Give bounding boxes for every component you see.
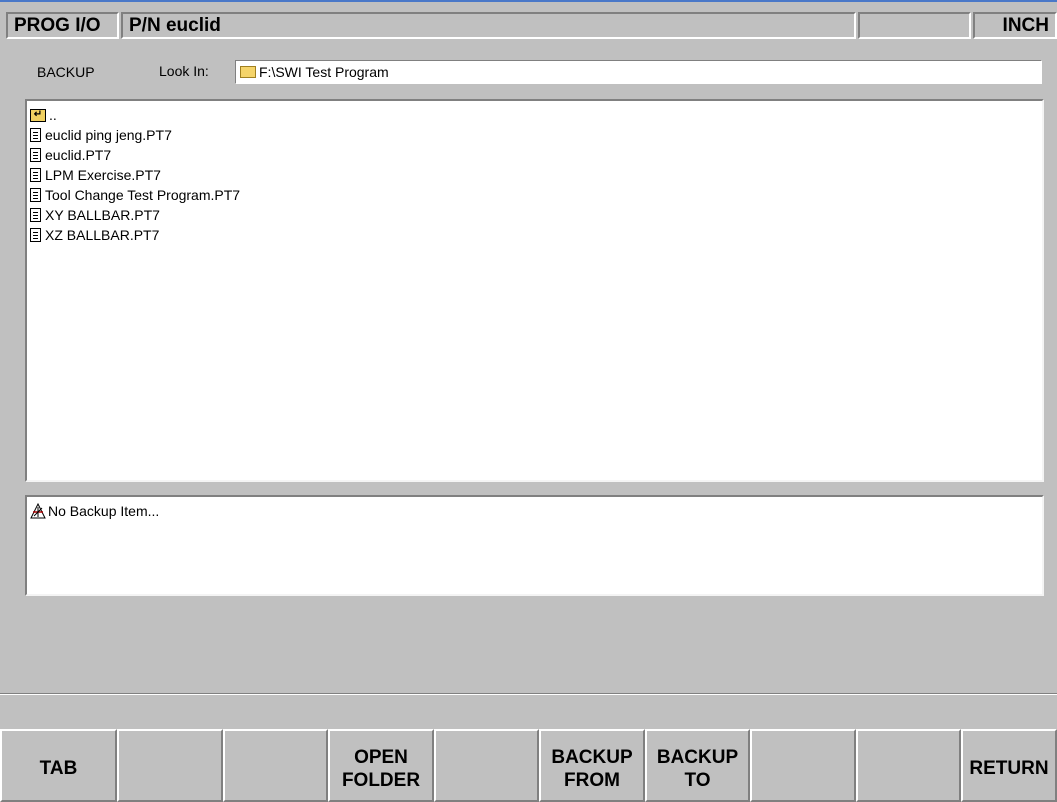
file-name: LPM Exercise.PT7 bbox=[45, 167, 161, 183]
look-in-field[interactable]: F:\SWI Test Program bbox=[235, 60, 1042, 84]
backup-list[interactable]: No Backup Item... bbox=[25, 495, 1044, 596]
softkey-bar: TAB OPEN FOLDER BACKUP FROM BACKUP TO RE… bbox=[0, 729, 1057, 802]
file-name: XZ BALLBAR.PT7 bbox=[45, 227, 160, 243]
document-icon bbox=[30, 228, 41, 242]
backup-message-row: No Backup Item... bbox=[30, 501, 1042, 521]
file-name: Tool Change Test Program.PT7 bbox=[45, 187, 241, 203]
program-name: P/N euclid bbox=[121, 12, 856, 39]
document-icon bbox=[30, 188, 41, 202]
document-icon bbox=[30, 148, 41, 162]
softkey-return[interactable]: RETURN bbox=[961, 729, 1057, 802]
file-name: euclid.PT7 bbox=[45, 147, 112, 163]
mode-indicator: PROG I/O bbox=[6, 12, 119, 39]
document-icon bbox=[30, 128, 41, 142]
softkey-3[interactable] bbox=[223, 729, 328, 802]
parent-folder-item[interactable]: ↵.. bbox=[30, 105, 1042, 125]
file-item[interactable]: LPM Exercise.PT7 bbox=[30, 165, 1042, 185]
softkey-open-folder[interactable]: OPEN FOLDER bbox=[328, 729, 434, 802]
softkey-9[interactable] bbox=[856, 729, 961, 802]
document-icon bbox=[30, 168, 41, 182]
file-item[interactable]: XZ BALLBAR.PT7 bbox=[30, 225, 1042, 245]
softkey-backup-from[interactable]: BACKUP FROM bbox=[539, 729, 645, 802]
status-cell bbox=[858, 12, 971, 39]
softkey-2[interactable] bbox=[117, 729, 223, 802]
warning-icon bbox=[30, 503, 46, 519]
softkey-8[interactable] bbox=[750, 729, 856, 802]
look-in-label: Look In: bbox=[159, 63, 209, 79]
status-bar-divider bbox=[0, 693, 1057, 695]
file-item[interactable]: Tool Change Test Program.PT7 bbox=[30, 185, 1042, 205]
parent-folder-label: .. bbox=[49, 107, 57, 123]
file-item[interactable]: euclid.PT7 bbox=[30, 145, 1042, 165]
file-item[interactable]: euclid ping jeng.PT7 bbox=[30, 125, 1042, 145]
softkey-5[interactable] bbox=[434, 729, 539, 802]
folder-icon bbox=[240, 66, 256, 78]
section-label: BACKUP bbox=[37, 64, 95, 80]
file-name: euclid ping jeng.PT7 bbox=[45, 127, 172, 143]
backup-message: No Backup Item... bbox=[48, 503, 160, 519]
document-icon bbox=[30, 208, 41, 222]
file-name: XY BALLBAR.PT7 bbox=[45, 207, 160, 223]
file-item[interactable]: XY BALLBAR.PT7 bbox=[30, 205, 1042, 225]
units-indicator: INCH bbox=[973, 12, 1057, 39]
title-bar: PROG I/O P/N euclid INCH bbox=[0, 0, 1057, 40]
up-folder-icon: ↵ bbox=[30, 108, 46, 122]
softkey-backup-to[interactable]: BACKUP TO bbox=[645, 729, 750, 802]
softkey-tab[interactable]: TAB bbox=[0, 729, 117, 802]
file-list[interactable]: ↵.. euclid ping jeng.PT7 euclid.PT7 LPM … bbox=[25, 99, 1044, 482]
look-in-path: F:\SWI Test Program bbox=[259, 64, 389, 80]
